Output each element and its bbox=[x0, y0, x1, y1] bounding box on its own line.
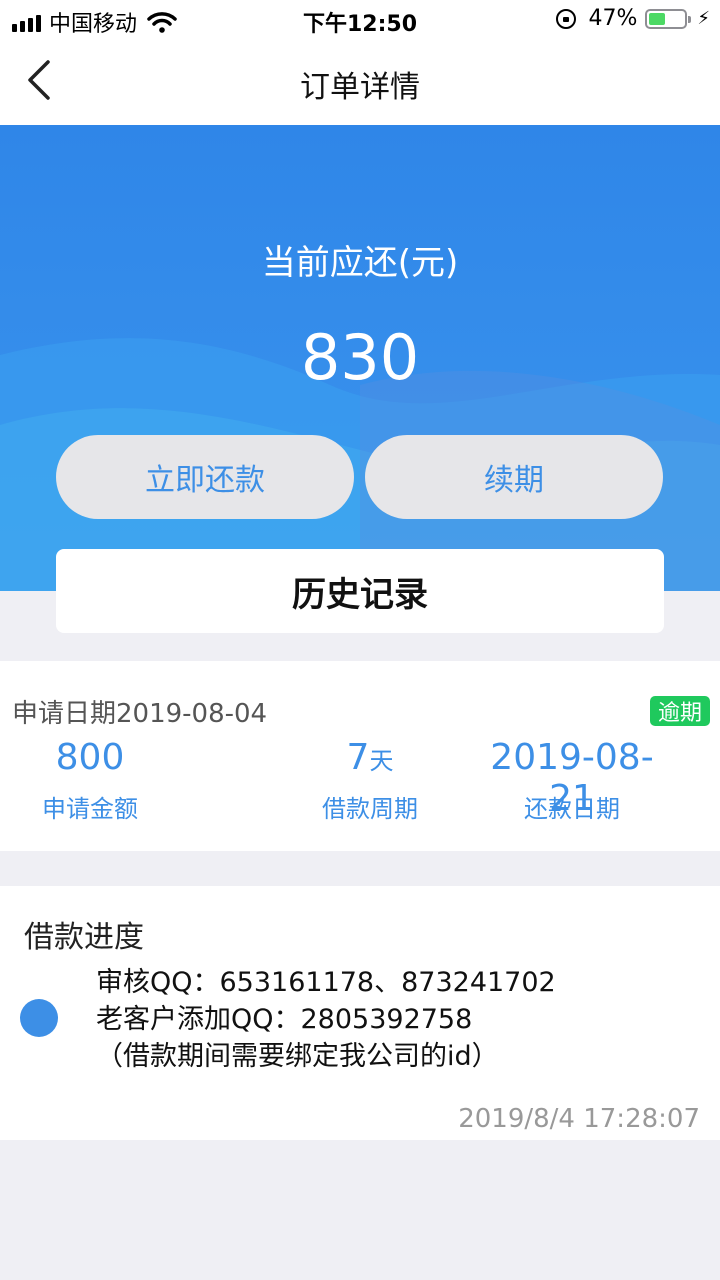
progress-dot-icon bbox=[20, 999, 58, 1037]
loan-period-unit: 天 bbox=[369, 747, 394, 775]
progress-message: 审核QQ：653161178、873241702 老客户添加QQ：2805392… bbox=[96, 964, 556, 1075]
battery-fill bbox=[649, 12, 666, 25]
history-button[interactable]: 历史记录 bbox=[56, 549, 664, 633]
progress-title: 借款进度 bbox=[24, 920, 144, 955]
repay-now-button[interactable]: 立即还款 bbox=[56, 435, 354, 519]
apply-date: 申请日期2019-08-04 bbox=[12, 699, 268, 729]
loan-period-value: 7天 bbox=[300, 737, 440, 778]
rotation-lock-icon bbox=[556, 8, 577, 29]
due-date-label: 还款日期 bbox=[524, 795, 620, 823]
progress-line: 老客户添加QQ：2805392758 bbox=[96, 1004, 473, 1035]
amount-due-label: 当前应还(元) bbox=[261, 243, 459, 283]
loan-progress-card: 借款进度 审核QQ：653161178、873241702 老客户添加QQ：28… bbox=[0, 886, 720, 1140]
progress-line: （借款期间需要绑定我公司的id） bbox=[96, 1041, 499, 1072]
status-right: 47% ⚡ bbox=[556, 6, 710, 31]
status-badge: 逾期 bbox=[649, 696, 710, 726]
amount-due-value: 830 bbox=[300, 321, 420, 394]
progress-timestamp: 2019/8/4 17:28:07 bbox=[458, 1104, 700, 1134]
status-bar: 中国移动 下午12:50 47% ⚡ bbox=[0, 0, 720, 40]
charging-icon: ⚡ bbox=[697, 8, 710, 29]
loan-amount-label: 申请金额 bbox=[42, 795, 138, 823]
progress-line: 审核QQ：653161178、873241702 bbox=[96, 967, 556, 998]
battery-percent: 47% bbox=[588, 6, 638, 31]
hero-banner: 当前应还(元) 830 立即还款 续期 bbox=[0, 125, 720, 591]
loan-period-label: 借款周期 bbox=[322, 795, 418, 823]
page-title: 订单详情 bbox=[300, 70, 420, 105]
nav-bar: 订单详情 bbox=[0, 40, 720, 125]
renew-button[interactable]: 续期 bbox=[365, 435, 663, 519]
loan-period-number: 7 bbox=[346, 737, 370, 778]
loan-amount-value: 800 bbox=[55, 737, 125, 778]
order-summary-card: 申请日期2019-08-04 逾期 800 申请金额 7天 借款周期 2019-… bbox=[0, 661, 720, 851]
battery-icon bbox=[645, 8, 692, 29]
